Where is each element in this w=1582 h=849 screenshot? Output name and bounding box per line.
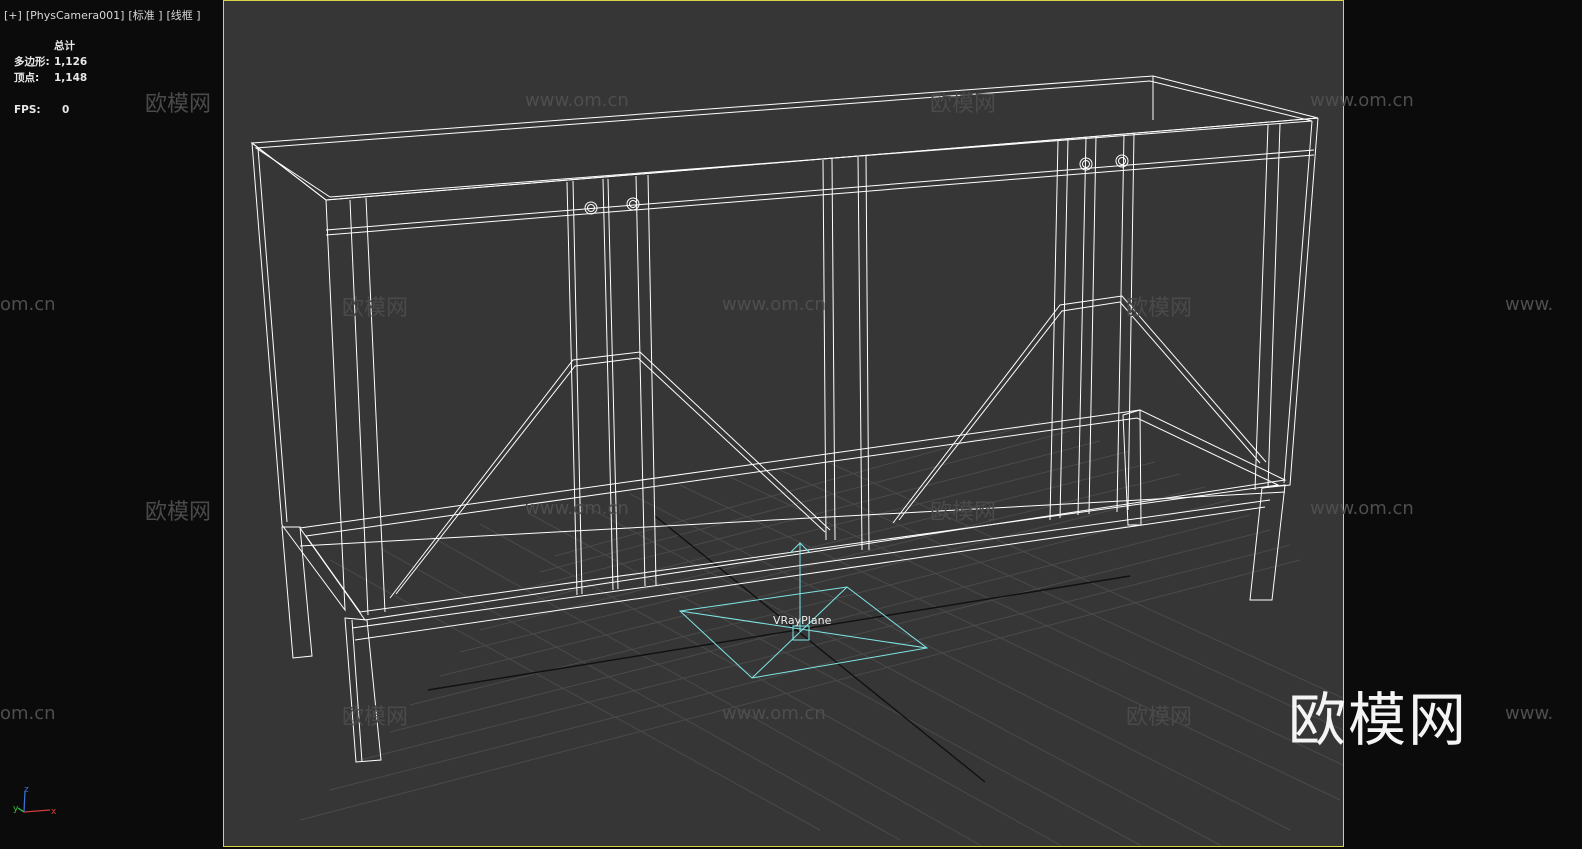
fps-label: FPS: [14,104,41,116]
brand-logo: 欧模网 [1288,686,1469,754]
axis-x-label: x [51,807,57,817]
vray-plane-gizmo [678,542,929,679]
viewport-general-menu[interactable]: [+] [4,9,22,22]
stats-fps-row: FPS: 0 [14,102,87,118]
polygons-label: 多边形: [14,56,50,68]
vray-plane-label: VRayPlane [773,614,832,627]
axis-z-label: z [24,786,29,795]
viewport-shading-quality-menu[interactable]: [标准 ] [128,9,162,22]
polygons-value: 1,126 [54,56,88,68]
home-grid [299,421,1343,846]
cabinet-wireframe [250,75,1319,763]
viewport-camera-menu[interactable]: [PhysCamera001] [26,9,125,22]
viewport-label-menu: [+] [PhysCamera001] [标准 ] [线框 ] [4,7,205,23]
vertices-label: 顶点: [14,72,40,84]
vertices-value: 1,148 [54,72,88,84]
stats-vertices-row: 顶点: 1,148 [14,70,87,86]
stats-polygons-row: 多边形: 1,126 [14,54,87,70]
scene-statistics: 总计 多边形: 1,126 顶点: 1,148 FPS: 0 [14,38,87,118]
stats-header: 总计 [54,40,75,52]
axis-tripod-icon: x z y [13,786,57,817]
fps-value: 0 [62,104,70,116]
axis-y-label: y [13,804,19,814]
viewport-display-mode-menu[interactable]: [线框 ] [167,9,201,22]
